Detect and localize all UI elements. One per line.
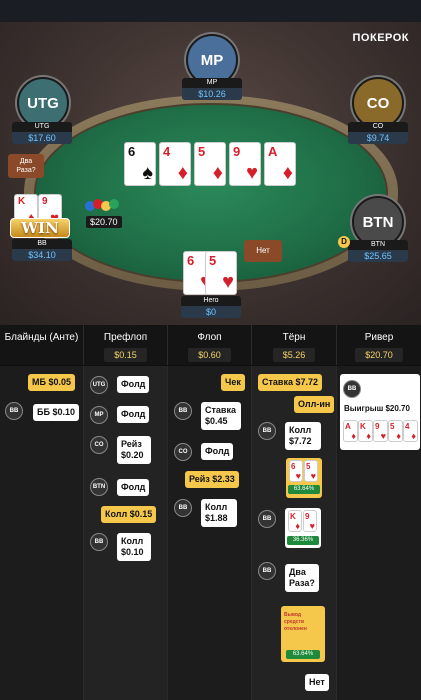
seat-btn-label: BTN $25.65 <box>348 240 408 262</box>
board-card-4: 9 ♥ <box>229 142 261 186</box>
action-co-fold: Фолд <box>201 443 234 460</box>
river-card-3: 9 ♥ <box>373 420 388 442</box>
action-bet-772: Ставка $7.72 <box>258 374 322 391</box>
top-bar <box>0 0 421 22</box>
avatar-bb-flop: BB <box>174 402 192 420</box>
action-bb: ББ $0.10 <box>33 404 79 421</box>
street-header-preflop: Префлоп $0.15 <box>84 325 168 365</box>
avatar-bb-flop-2: BB <box>174 499 192 517</box>
board-card-1: 6 ♠ <box>124 142 156 186</box>
turn-card-5h: 5 ♥ <box>304 460 318 482</box>
board-card-3: 5 ♦ <box>194 142 226 186</box>
avatar-utg: UTG <box>90 376 108 394</box>
chip-stack-icon <box>84 198 120 214</box>
brand-logo: ПОКЕРОК <box>352 32 409 44</box>
equity-badge-3: 63.64% <box>286 650 320 659</box>
turn-card-kd: K ♦ <box>288 510 302 532</box>
river-card-1: A ♦ <box>343 420 358 442</box>
avatar-bb-turn-3: BB <box>258 562 276 580</box>
street-header-river: Ривер $20.70 <box>337 325 421 365</box>
equity-badge-1: 63.64% <box>288 485 320 494</box>
dealer-button-icon: D <box>338 236 350 248</box>
action-btn-fold: Фолд <box>117 479 150 496</box>
action-mp-fold: Фолд <box>117 406 150 423</box>
action-raise-233: Рейз $2.33 <box>185 471 239 488</box>
avatar-bb-blinds: BB <box>5 402 23 420</box>
avatar-bb-turn: BB <box>258 422 276 440</box>
poker-table-scene: ПОКЕРОК MP MP $10.26 UTG UTG $17.60 CO CO $… <box>0 22 421 325</box>
seat-bb-label: BB $34.10 <box>12 239 72 261</box>
pot-amount: $20.70 <box>86 216 122 228</box>
bubble-no: Нет <box>244 240 282 262</box>
hero-card-2: 5 ♥ <box>205 251 237 295</box>
seat-co-label: CO $9.74 <box>348 122 408 144</box>
avatar-bb-river-2: BB <box>343 380 361 398</box>
action-bb-call-188: Колл $1.88 <box>201 499 237 527</box>
avatar-co-flop: CO <box>174 443 192 461</box>
seat-hero-label: Hero $0 <box>181 296 241 318</box>
seat-mp-label: MP $10.26 <box>182 78 242 100</box>
avatar-bb-preflop: BB <box>90 533 108 551</box>
river-card-4: 5 ♦ <box>388 420 403 442</box>
action-allin: Олл-ин <box>294 396 335 413</box>
action-check: Чек <box>221 374 245 391</box>
seat-utg-label: UTG $17.60 <box>12 122 72 144</box>
action-no: Нет <box>305 674 329 691</box>
board-card-2: 4 ♦ <box>159 142 191 186</box>
turn-card-6h: 6 ♥ <box>289 460 303 482</box>
action-bb-bet: Ставка $0.45 <box>201 402 241 430</box>
avatar-co: CO <box>90 436 108 454</box>
street-header-turn: Тёрн $5.26 <box>252 325 337 365</box>
equity-badge-2: 36.36% <box>287 536 319 545</box>
action-utg-fold: Фолд <box>117 376 150 393</box>
win-badge: WIN <box>10 218 70 238</box>
board-card-5: A ♦ <box>264 142 296 186</box>
avatar-bb-turn-2: BB <box>258 510 276 528</box>
withdraw-text: Вывод средств отклонен <box>284 612 307 632</box>
action-sb: МБ $0.05 <box>28 374 75 391</box>
action-two-raise: Два Раза? <box>285 564 319 592</box>
river-card-5: 4 ♦ <box>403 420 418 442</box>
bubble-two-raise: Два Раза? <box>8 154 44 178</box>
turn-card-9h: 9 ♥ <box>303 510 317 532</box>
street-header-blinds: Блайнды (Анте) <box>0 325 84 365</box>
win-result-text: Выигрыш $20.70 <box>344 404 410 413</box>
avatar-mp: MP <box>90 406 108 424</box>
action-bb-call: Колл $0.10 <box>117 533 151 561</box>
avatar-btn: BTN <box>90 478 108 496</box>
river-card-2: K ♦ <box>358 420 373 442</box>
street-header-flop: Флоп $0.60 <box>168 325 252 365</box>
action-call-015: Колл $0.15 <box>101 506 157 523</box>
action-bb-call-772: Колл $7.72 <box>285 422 321 450</box>
action-co-raise: Рейз $0.20 <box>117 436 151 464</box>
